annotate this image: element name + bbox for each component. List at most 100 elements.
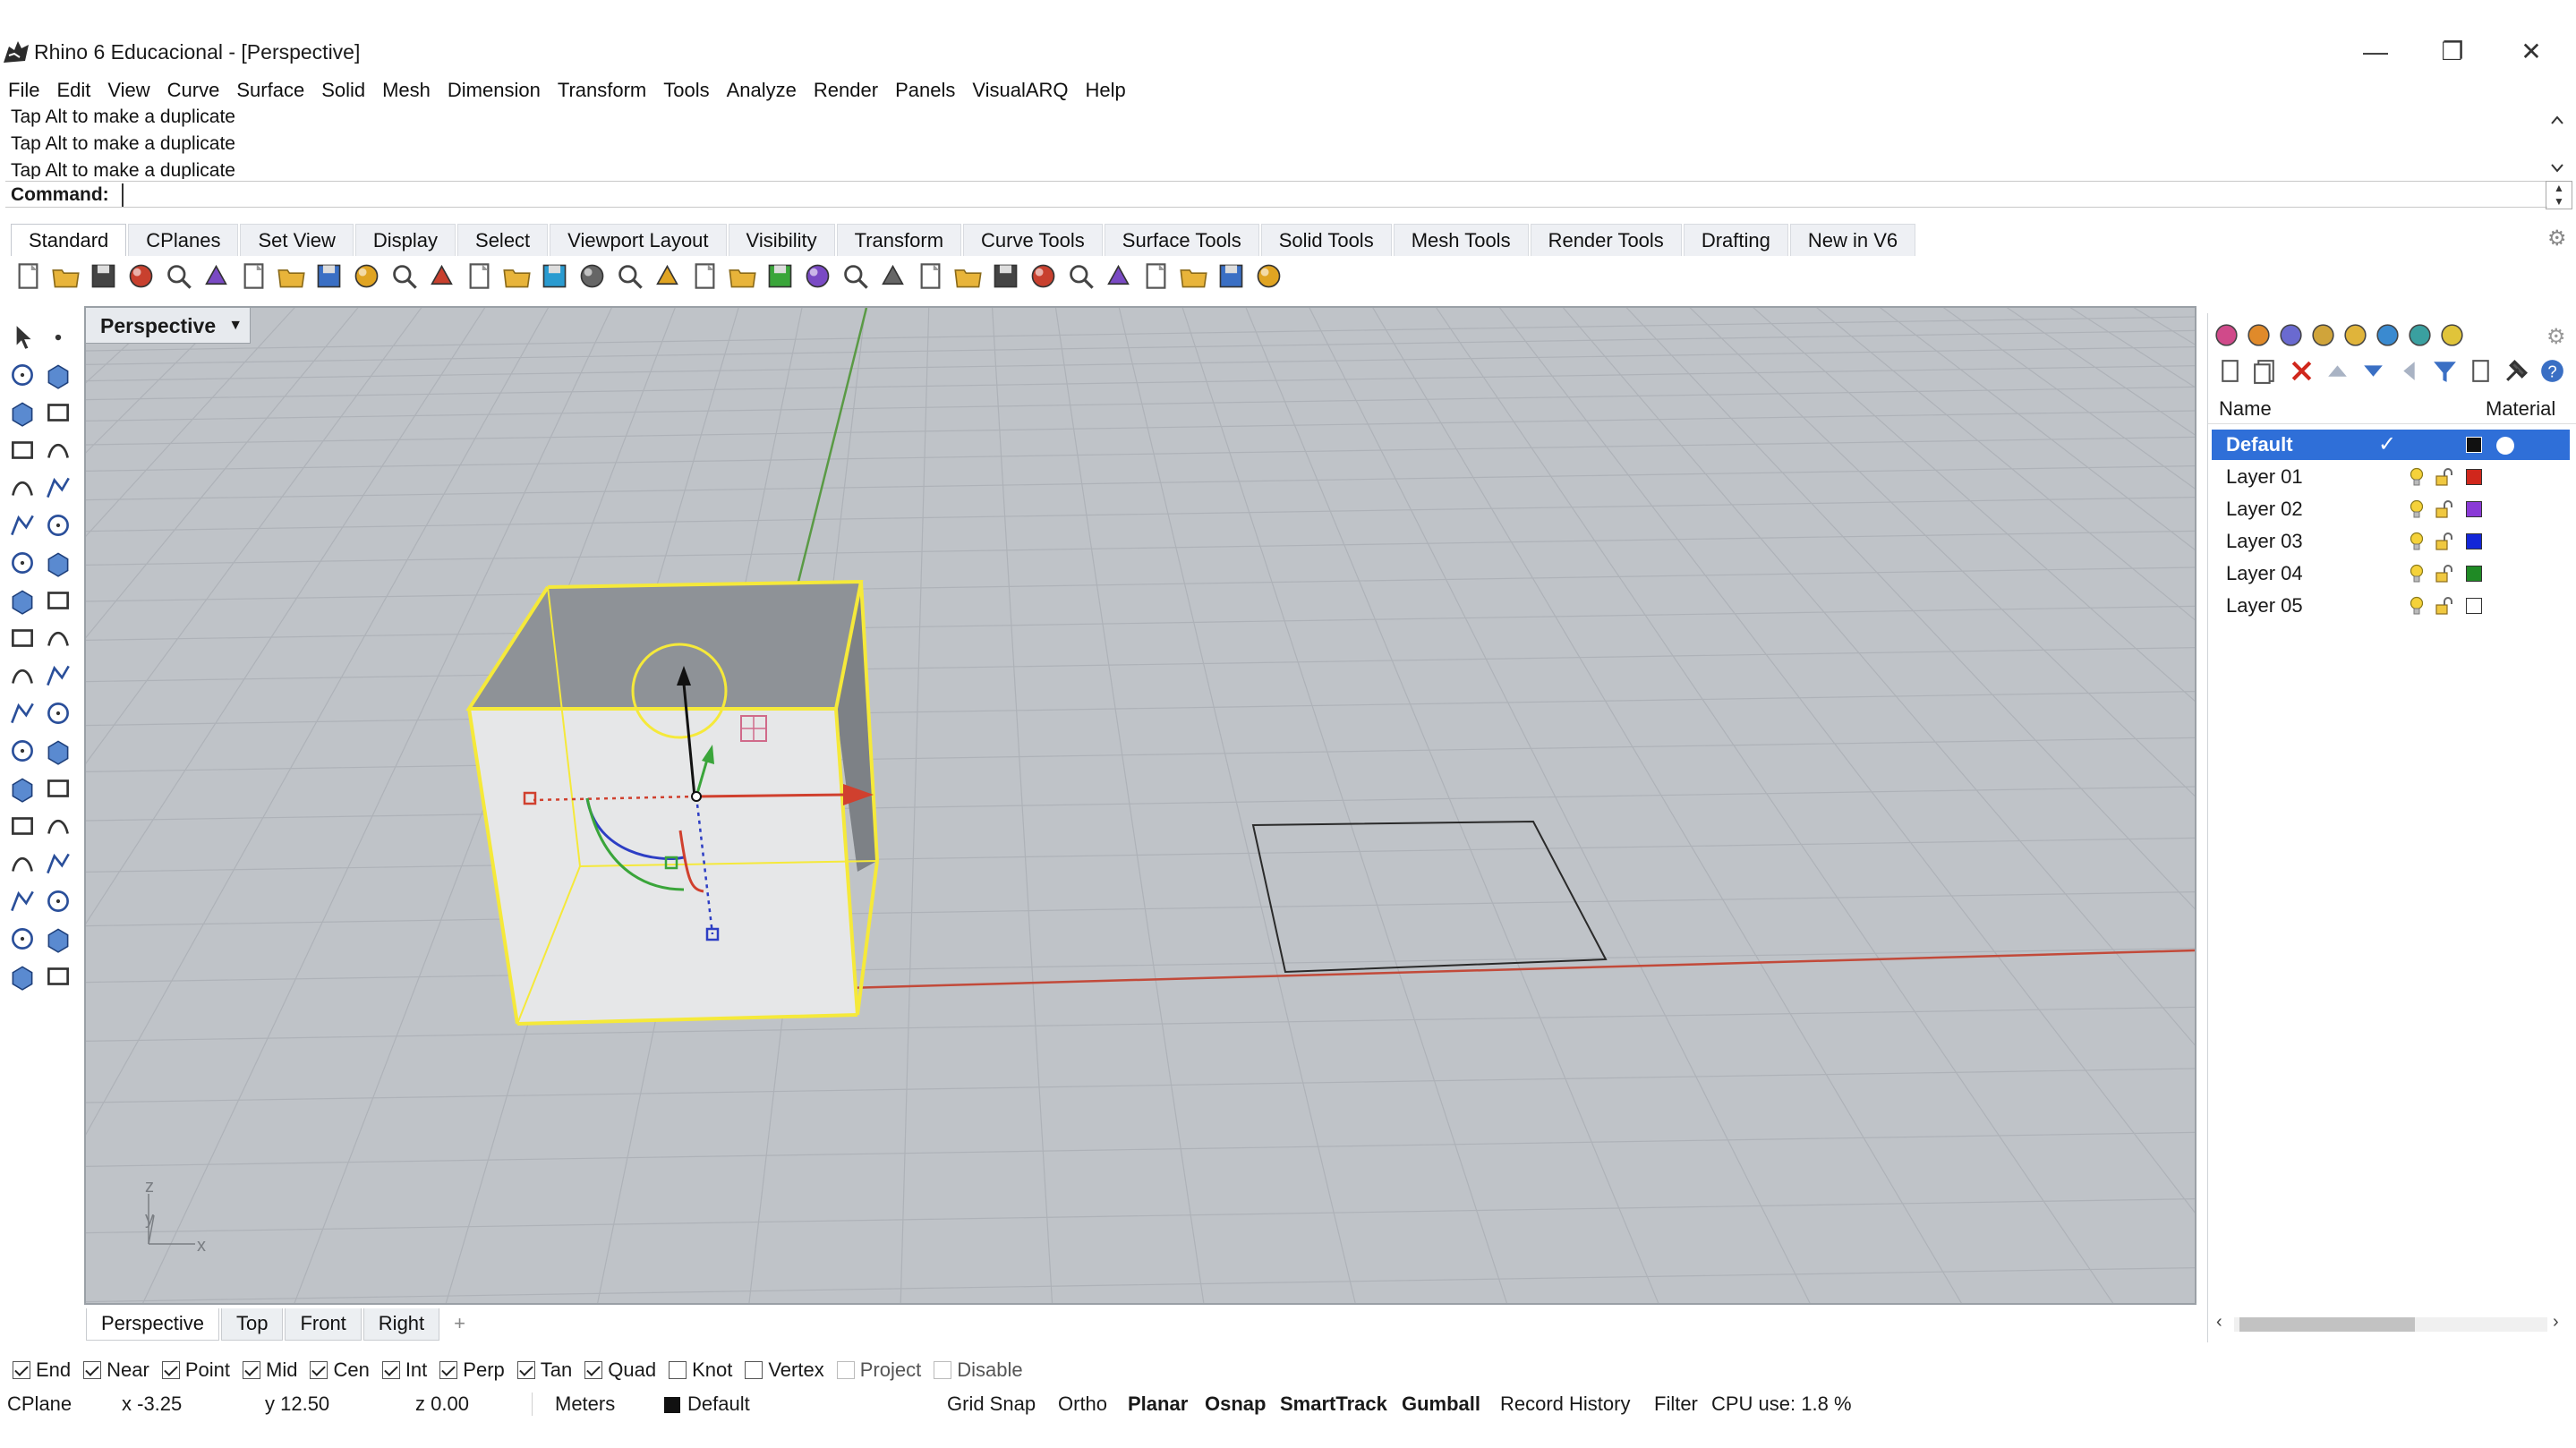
menu-visualarq[interactable]: VisualARQ [964,77,1077,104]
viewport-tab-right[interactable]: Right [363,1308,440,1341]
lightbulb-icon[interactable] [2407,563,2427,584]
library-tab-icon[interactable] [2341,320,2370,350]
layer-row[interactable]: Layer 02 [2212,494,2570,524]
gear-tools-icon[interactable] [1103,260,1134,292]
tab-select[interactable]: Select [457,224,549,256]
layer-name[interactable]: Layer 05 [2226,594,2303,618]
blend-icon[interactable] [43,510,73,541]
checkbox[interactable] [934,1361,952,1379]
new-layer-icon[interactable] [2215,356,2245,386]
ground-tab-icon[interactable] [2437,320,2467,350]
join-icon[interactable] [43,886,73,916]
array-icon[interactable] [7,886,38,916]
checkbox[interactable] [381,1361,400,1379]
checkbox[interactable] [161,1361,180,1379]
copy-icon[interactable] [238,260,269,292]
menu-surface[interactable]: Surface [228,77,313,104]
tab-transform[interactable]: Transform [836,224,962,256]
offset-icon[interactable] [43,736,73,766]
export-icon[interactable] [163,260,194,292]
osnap-mid[interactable]: Mid [243,1359,297,1382]
scale-icon[interactable] [43,773,73,804]
explode-icon[interactable] [43,811,73,841]
split-icon[interactable] [43,660,73,691]
layer-name[interactable]: Layer 03 [2226,530,2303,553]
material-icon[interactable] [990,260,1021,292]
layer-name[interactable]: Default [2226,433,2293,456]
environment-icon[interactable] [1028,260,1059,292]
layer-row[interactable]: Layer 01 [2212,462,2570,492]
menu-tools[interactable]: Tools [655,77,718,104]
scroll-thumb[interactable] [2239,1317,2415,1332]
perspective-viewport[interactable]: z y x Perspective ▼ [84,306,2196,1305]
grid-icon[interactable] [614,260,645,292]
status-cplane[interactable]: CPlane [7,1391,72,1418]
unlock-icon[interactable] [2434,564,2453,583]
circle-center-icon[interactable] [7,473,38,503]
menu-mesh[interactable]: Mesh [374,77,439,104]
color-icon[interactable] [915,260,946,292]
osnap-vertex[interactable]: Vertex [745,1359,824,1382]
curve-icon[interactable] [43,360,73,390]
tab-render-tools[interactable]: Render Tools [1530,224,1682,256]
move-up-icon[interactable] [2323,356,2352,386]
osnap-tan[interactable]: Tan [516,1359,572,1382]
flow-icon[interactable] [1140,260,1172,292]
light-icon[interactable] [43,961,73,992]
status-units[interactable]: Meters [555,1391,615,1418]
help-icon[interactable]: ? [2538,356,2567,386]
render-icon[interactable] [7,961,38,992]
osnap-cen[interactable]: Cen [310,1359,370,1382]
column-header-material[interactable]: Material [2486,397,2555,421]
zoom-window-icon[interactable] [464,260,495,292]
extrude-icon[interactable] [43,585,73,616]
status-record-history[interactable]: Record History [1500,1391,1630,1418]
osnap-perp[interactable]: Perp [439,1359,505,1382]
command-spinner[interactable]: ▲ ▼ [2546,181,2572,209]
render-sphere-icon[interactable] [952,260,984,292]
viewport-tab-perspective[interactable]: Perspective [86,1308,219,1341]
unlock-icon[interactable] [2434,467,2453,487]
checkbox[interactable] [584,1361,603,1379]
menu-edit[interactable]: Edit [48,77,99,104]
tab-mesh-tools[interactable]: Mesh Tools [1393,224,1529,256]
toolbar-settings-icon[interactable]: ⚙ [2547,226,2567,251]
cut-icon[interactable] [200,260,232,292]
tab-set-view[interactable]: Set View [240,224,354,256]
analyze-icon[interactable] [7,924,38,954]
light-icon[interactable] [802,260,833,292]
line-icon[interactable] [7,435,38,465]
checkbox[interactable] [83,1361,102,1379]
new-file-icon[interactable] [13,260,44,292]
dimension-icon[interactable] [43,848,73,879]
move-down-icon[interactable] [2358,356,2388,386]
status-planar[interactable]: Planar [1128,1391,1188,1418]
checkbox[interactable] [310,1361,328,1379]
layer-row[interactable]: Default ✓ [2212,430,2570,460]
environment-tab-icon[interactable] [2405,320,2435,350]
display-tab-icon[interactable] [2373,320,2402,350]
viewport-tab-top[interactable]: Top [220,1308,284,1341]
lightbulb-icon[interactable] [2407,498,2427,520]
planar-rectangle[interactable] [1251,820,1608,974]
osnap-icon[interactable] [727,260,758,292]
column-header-name[interactable]: Name [2219,397,2272,421]
restore-button[interactable]: ❐ [2433,32,2472,72]
minimize-button[interactable]: — [2356,32,2395,72]
box-icon[interactable] [7,548,38,578]
osnap-disable[interactable]: Disable [934,1359,1023,1382]
lightbulb-icon[interactable] [2407,531,2427,552]
lights-tab-icon[interactable] [2308,320,2338,350]
dots-icon[interactable] [43,698,73,728]
unlock-icon[interactable] [2434,596,2453,616]
scroll-left-icon[interactable]: ‹ [2216,1312,2222,1333]
osnap-project[interactable]: Project [836,1359,921,1382]
move-left-icon[interactable] [2394,356,2424,386]
layer-color-swatch[interactable] [2466,598,2482,614]
layer-color-swatch[interactable] [2466,533,2482,549]
osnap-end[interactable]: End [13,1359,71,1382]
point-icon[interactable] [43,322,73,353]
globe-icon[interactable] [1178,260,1209,292]
tab-standard[interactable]: Standard [11,224,127,256]
osnap-knot[interactable]: Knot [669,1359,732,1382]
